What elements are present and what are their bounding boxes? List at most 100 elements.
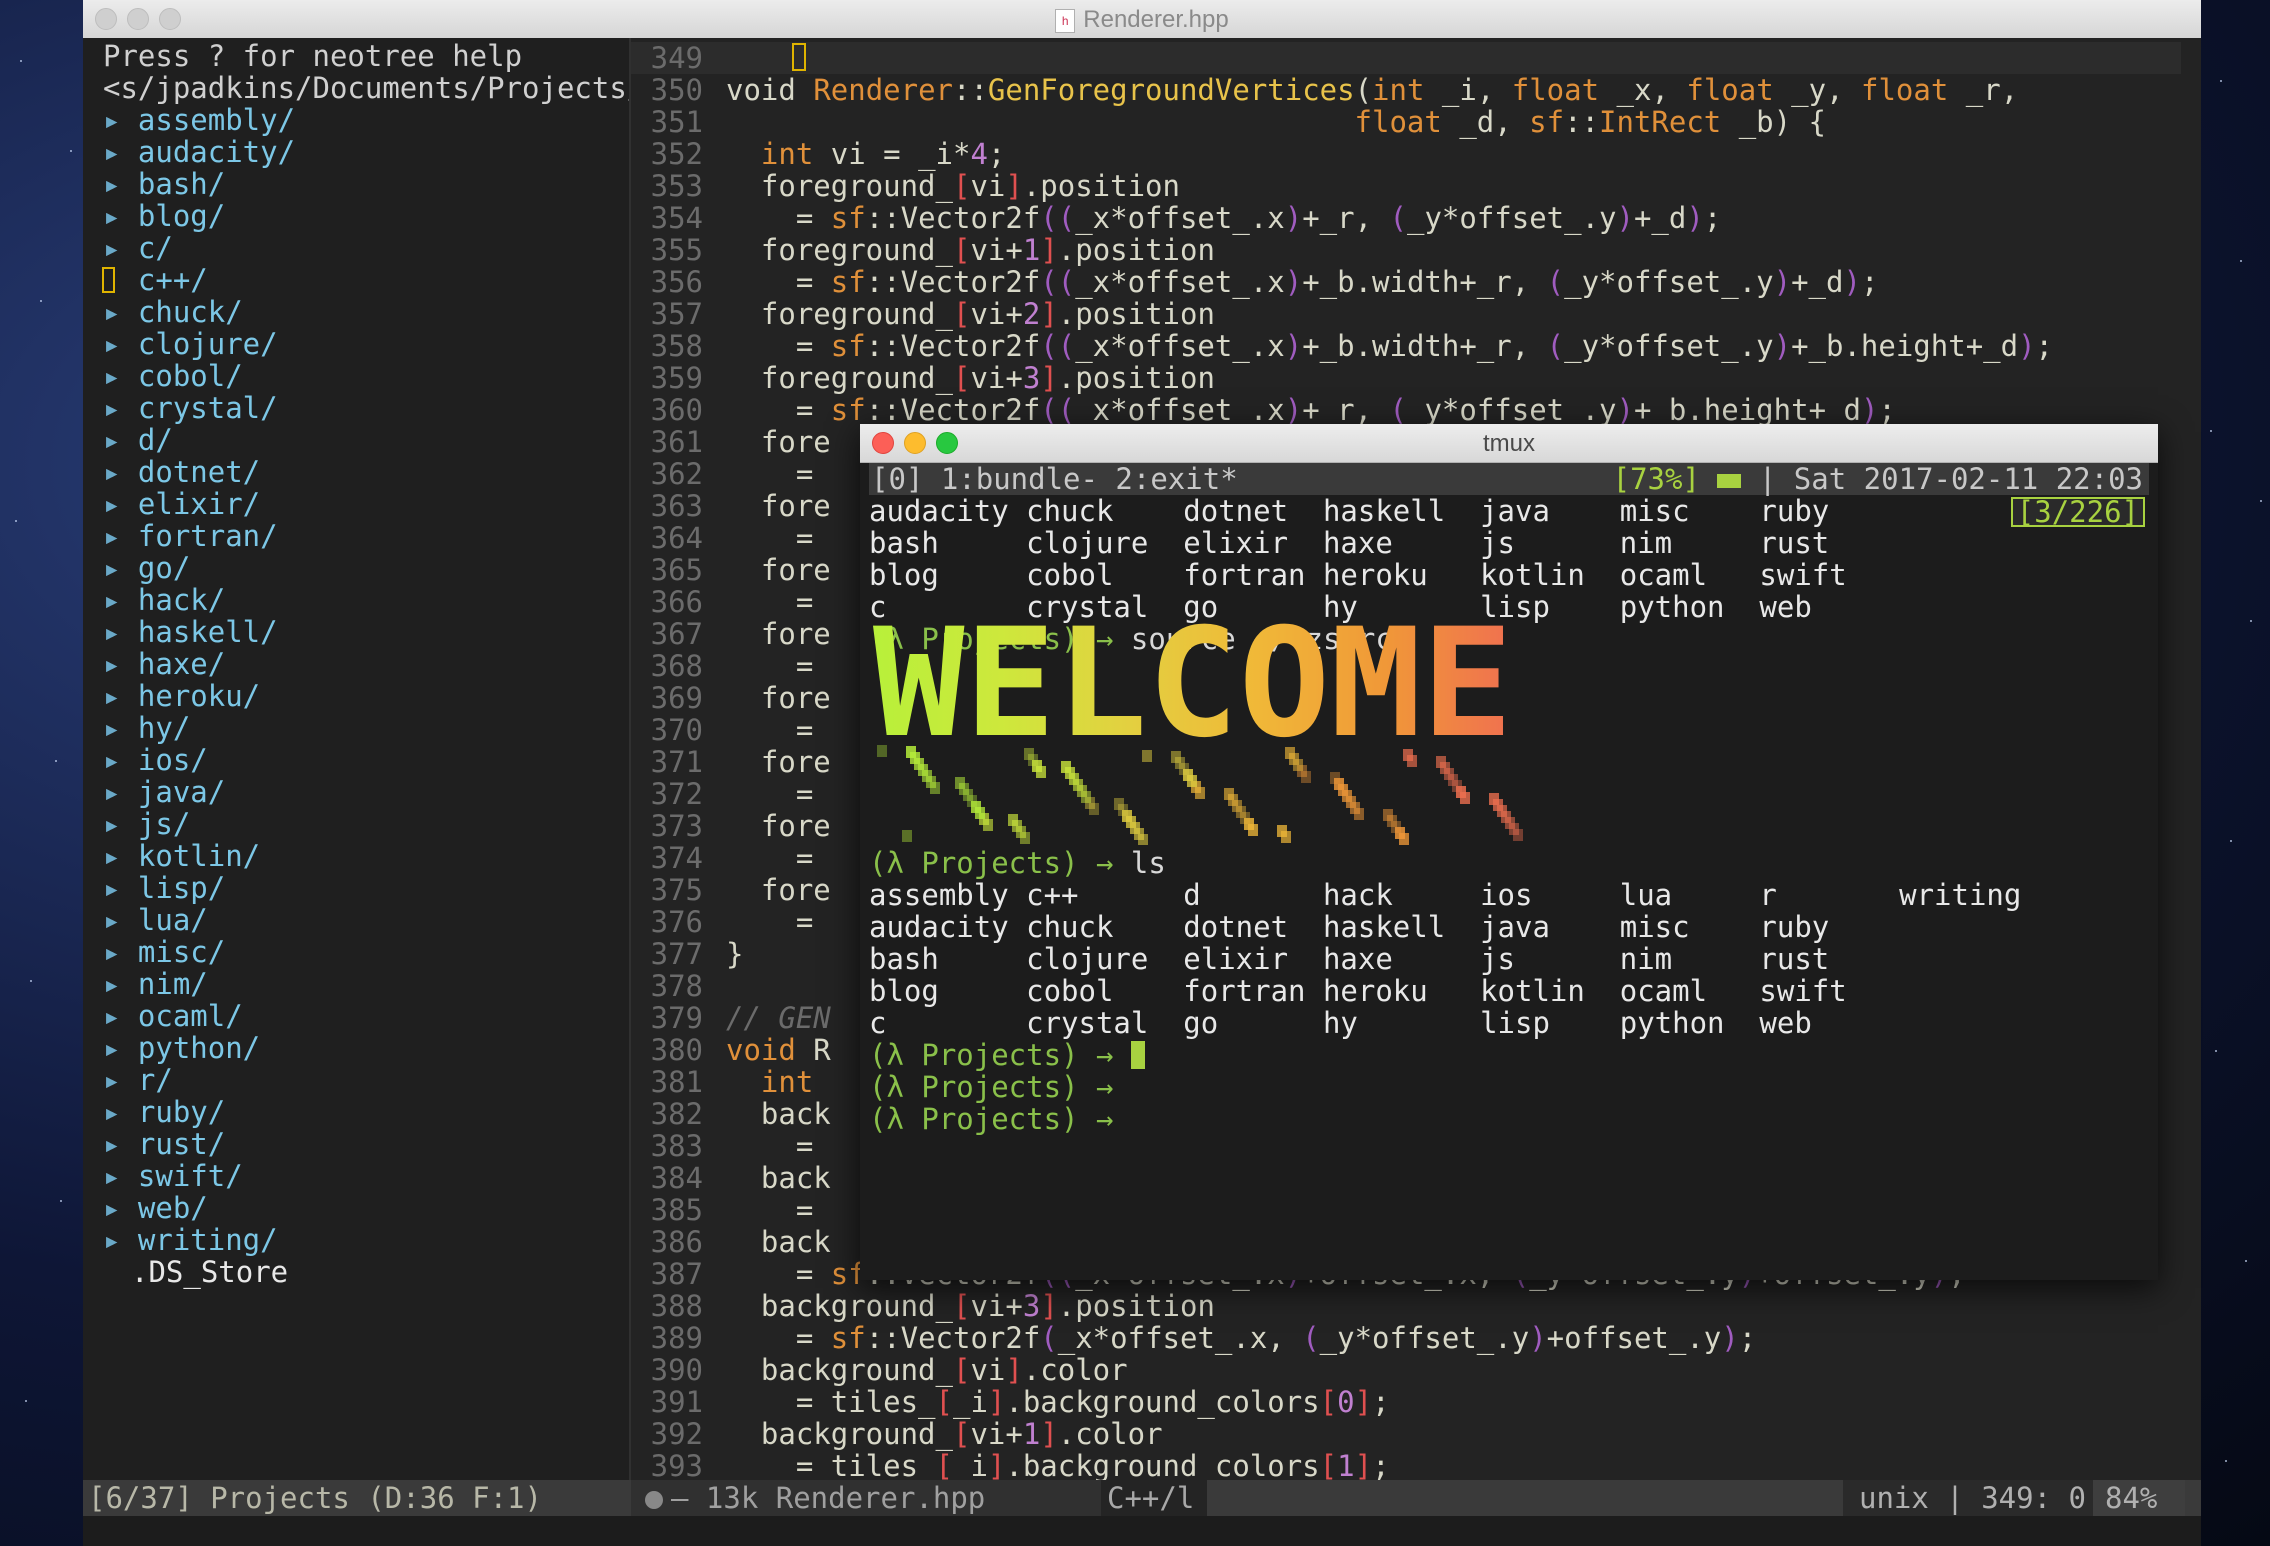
- expand-arrow-icon: ▸: [103, 1031, 121, 1065]
- tree-item-dir[interactable]: ▸ js/: [103, 808, 190, 840]
- tree-item-label: go/: [120, 551, 191, 585]
- tree-item-dir[interactable]: ▸ haxe/: [103, 648, 225, 680]
- tree-item-dir[interactable]: ▸ java/: [103, 776, 225, 808]
- welcome-drip-pixel: [1024, 748, 1034, 760]
- star: [55, 760, 57, 762]
- prompt: (λ Projects) →: [869, 846, 1114, 880]
- tree-item-dir[interactable]: ▸ hack/: [103, 584, 225, 616]
- code-line: background_[vi+3].position: [726, 1289, 1215, 1323]
- tree-item-dir[interactable]: ▸ chuck/: [103, 296, 243, 328]
- tmux-window[interactable]: tmux [0] 1:bundle- 2:exit* [73%] | Sat 2…: [860, 424, 2158, 1280]
- line-number: 384: [650, 1161, 703, 1195]
- tree-item-dir[interactable]: ▸ go/: [103, 552, 190, 584]
- line-number: 365: [650, 553, 703, 587]
- tree-item-dir[interactable]: ▸ d/: [103, 424, 173, 456]
- window-titlebar[interactable]: h Renderer.hpp: [83, 0, 2201, 39]
- tree-item-label: crystal/: [120, 391, 278, 425]
- expand-arrow-icon: ▸: [103, 1127, 121, 1161]
- tree-item-label: clojure/: [120, 327, 278, 361]
- ls-output-line: audacity chuck dotnet haskell java misc …: [869, 494, 1830, 528]
- star: [2225, 1460, 2227, 1462]
- terminal-output[interactable]: [3/226] audacity chuck dotnet haskell ja…: [869, 495, 2149, 1280]
- tree-item-dir[interactable]: ▸ c/: [103, 232, 173, 264]
- tree-item-dir[interactable]: ▸ dotnet/: [103, 456, 260, 488]
- expand-arrow-icon: ▸: [103, 615, 121, 649]
- tree-item-label: hy/: [120, 711, 191, 745]
- prompt-line: (λ Projects) →: [869, 1103, 1113, 1135]
- tree-item-dir[interactable]: ▸ lisp/: [103, 872, 225, 904]
- tree-item-dir[interactable]: ▸ nim/: [103, 968, 208, 1000]
- tree-item-dir[interactable]: ▸ hy/: [103, 712, 190, 744]
- code-line: fore: [726, 553, 831, 587]
- tmux-titlebar[interactable]: tmux: [860, 424, 2158, 463]
- expand-arrow-icon: ▸: [103, 583, 121, 617]
- tmux-window-list[interactable]: [0] 1:bundle- 2:exit*: [871, 463, 1238, 495]
- code-line: foreground_[vi+1].position: [726, 233, 1215, 267]
- star: [2220, 80, 2222, 82]
- code-line: int vi = _i*4;: [760, 137, 1006, 171]
- tree-item-dir[interactable]: ▸ heroku/: [103, 680, 260, 712]
- tree-item-dir[interactable]: ▸ crystal/: [103, 392, 278, 424]
- tree-item-dir[interactable]: ▸ misc/: [103, 936, 225, 968]
- tree-item-label: writing/: [120, 1223, 278, 1257]
- tree-item-dir[interactable]: ▸ elixir/: [103, 488, 260, 520]
- line-number: 370: [650, 713, 703, 747]
- tree-item-label: fortran/: [120, 519, 278, 553]
- editor-cursor: [792, 43, 806, 71]
- tree-item-label: r/: [120, 1063, 173, 1097]
- expand-arrow-icon: ▸: [103, 775, 121, 809]
- line-number: 354: [650, 201, 703, 235]
- tree-item-label: swift/: [120, 1159, 243, 1193]
- line-number: 393: [650, 1449, 703, 1483]
- tree-item-dir[interactable]: ▸ r/: [103, 1064, 173, 1096]
- expand-arrow-icon: ▸: [103, 519, 121, 553]
- line-number: 385: [650, 1193, 703, 1227]
- tree-item-dir[interactable]: ▸ blog/: [103, 200, 225, 232]
- tree-item-dir[interactable]: c++/: [103, 264, 208, 296]
- tree-item-dir[interactable]: ▸ swift/: [103, 1160, 243, 1192]
- expand-arrow-icon: ▸: [103, 903, 121, 937]
- tree-item-dir[interactable]: ▸ assembly/: [103, 104, 295, 136]
- tree-item-label: chuck/: [120, 295, 243, 329]
- terminal-cursor: [1130, 1041, 1145, 1069]
- tree-item-dir[interactable]: ▸ web/: [103, 1192, 208, 1224]
- neotree-panel[interactable]: Press ? for neotree help <s/jpadkins/Doc…: [83, 38, 644, 1480]
- expand-arrow-icon: ▸: [103, 839, 121, 873]
- code-line: =: [726, 841, 814, 875]
- status-bar: [6/37] Projects (D:36 F:1) – 13k Rendere…: [83, 1480, 2201, 1516]
- tree-item-dir[interactable]: ▸ writing/: [103, 1224, 278, 1256]
- tree-item-dir[interactable]: ▸ fortran/: [103, 520, 278, 552]
- tree-item-dir[interactable]: ▸ clojure/: [103, 328, 278, 360]
- expand-arrow-icon: ▸: [103, 679, 121, 713]
- tmux-title: tmux: [1482, 430, 1535, 457]
- neotree-help: Press ? for neotree help: [103, 39, 523, 73]
- code-line: foreground_[vi].position: [726, 169, 1180, 203]
- prompt-line: (λ Projects) →: [869, 1071, 1113, 1103]
- tree-item-dir[interactable]: ▸ rust/: [103, 1128, 225, 1160]
- tree-item-dir[interactable]: ▸ kotlin/: [103, 840, 260, 872]
- tree-item-dir[interactable]: ▸ cobol/: [103, 360, 243, 392]
- line-number: 367: [650, 617, 703, 651]
- tree-item-dir[interactable]: ▸ python/: [103, 1032, 260, 1064]
- star: [15, 520, 17, 522]
- prompt-line: (λ Projects) →: [869, 1039, 1145, 1071]
- tree-item-dir[interactable]: ▸ bash/: [103, 168, 225, 200]
- code-line: back: [726, 1225, 831, 1259]
- expand-arrow-icon: ▸: [103, 295, 121, 329]
- tree-item-file[interactable]: .DS_Store: [131, 1256, 288, 1288]
- tree-item-label: assembly/: [120, 103, 296, 137]
- major-mode: C++/l: [1101, 1480, 1207, 1516]
- code-line: = tiles_[_i].background_colors[1];: [726, 1449, 1390, 1483]
- tree-item-dir[interactable]: ▸ ocaml/: [103, 1000, 243, 1032]
- tree-item-dir[interactable]: ▸ lua/: [103, 904, 208, 936]
- tree-item-dir[interactable]: ▸ haskell/: [103, 616, 278, 648]
- line-number: 372: [650, 777, 703, 811]
- tree-item-dir[interactable]: ▸ ruby/: [103, 1096, 225, 1128]
- tree-item-dir[interactable]: ▸ audacity/: [103, 136, 295, 168]
- tree-item-label: nim/: [120, 967, 208, 1001]
- tree-item-dir[interactable]: ▸ ios/: [103, 744, 208, 776]
- welcome-drip-pixel: [1285, 747, 1295, 759]
- tree-item-label: ios/: [120, 743, 208, 777]
- line-number: 363: [650, 489, 703, 523]
- tree-item-label: web/: [120, 1191, 208, 1225]
